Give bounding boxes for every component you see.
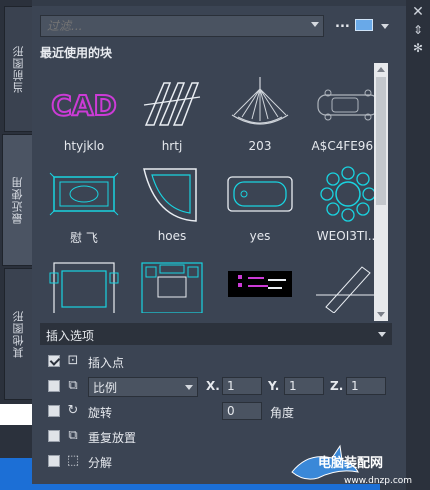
scroll-up-icon[interactable] bbox=[377, 67, 385, 72]
watermark-url: www.dnzp.com bbox=[344, 476, 413, 486]
z-label: Z. bbox=[330, 379, 344, 393]
living-room-thumbnail bbox=[141, 262, 203, 313]
scale-y-input[interactable] bbox=[284, 377, 324, 395]
section-title: 最近使用的块 bbox=[40, 46, 113, 60]
stripes-logo-thumbnail bbox=[143, 82, 201, 126]
pin-icon[interactable]: ⇕ bbox=[410, 22, 426, 38]
palette-title-bar: ✕ ⇕ ✻ bbox=[406, 0, 430, 490]
repeat-checkbox[interactable] bbox=[48, 430, 60, 442]
rotation-row: ↻ 旋转 角度 bbox=[40, 401, 400, 423]
repeat-label: 重复放置 bbox=[88, 431, 137, 445]
tab-other-drawings[interactable]: 其他图形 bbox=[4, 268, 33, 400]
block-tile[interactable] bbox=[42, 249, 126, 321]
grid-scrollbar[interactable] bbox=[374, 63, 388, 321]
block-label: 203 bbox=[248, 139, 272, 153]
tab-recent[interactable]: 最近使用 bbox=[2, 134, 34, 266]
block-tile[interactable]: CAD htyjklo bbox=[42, 69, 126, 157]
block-tile[interactable]: 慰 飞 bbox=[42, 159, 126, 247]
angle-input[interactable] bbox=[222, 402, 262, 420]
scale-select-value: 比例 bbox=[93, 381, 118, 395]
block-label: htyjklo bbox=[63, 139, 105, 153]
bathtub-thumbnail bbox=[227, 176, 293, 212]
view-options-chevron-icon[interactable] bbox=[381, 24, 389, 29]
angle-label: 角度 bbox=[270, 406, 295, 420]
block-label: hrtj bbox=[161, 139, 183, 153]
scale-select[interactable]: 比例 bbox=[88, 377, 198, 397]
insert-options-header[interactable]: 插入选项 bbox=[40, 323, 392, 345]
scale-icon: ⧉ bbox=[68, 378, 78, 393]
settings-icon[interactable]: ✻ bbox=[410, 40, 426, 56]
block-label: hoes bbox=[157, 229, 187, 243]
tab-current-drawing[interactable]: 当前图形 bbox=[4, 6, 33, 132]
scroll-thumb[interactable] bbox=[376, 77, 386, 205]
block-thumbnail-grid: CAD htyjklo hrtj 203 A$C4FE96... 慰 飞 hoe… bbox=[40, 63, 396, 321]
explode-label: 分解 bbox=[88, 456, 113, 470]
bed-thumbnail bbox=[49, 262, 119, 313]
chevron-down-icon[interactable] bbox=[185, 385, 193, 390]
filter-input[interactable] bbox=[41, 16, 307, 36]
background-strip-dark bbox=[0, 425, 32, 458]
block-label: yes bbox=[249, 229, 271, 243]
browse-button[interactable]: ... bbox=[335, 16, 350, 31]
scale-z-input[interactable] bbox=[346, 377, 386, 395]
insertion-point-row: ⊡ 插入点 bbox=[40, 351, 400, 373]
svg-text:CAD: CAD bbox=[51, 89, 116, 122]
rotation-label: 旋转 bbox=[88, 406, 113, 420]
block-tile[interactable] bbox=[218, 249, 302, 321]
rotate-icon: ↻ bbox=[67, 403, 79, 418]
scale-x-input[interactable] bbox=[222, 377, 262, 395]
x-label: X. bbox=[206, 379, 220, 393]
chandelier-thumbnail bbox=[231, 77, 289, 125]
cad-logo-thumbnail: CAD bbox=[50, 88, 117, 123]
block-panel: ... 最近使用的块 CAD htyjklo hrtj bbox=[32, 6, 406, 484]
insert-options-title: 插入选项 bbox=[46, 329, 95, 343]
legend-thumbnail bbox=[228, 271, 292, 297]
insertion-point-icon: ⊡ bbox=[67, 353, 79, 368]
scroll-down-icon[interactable] bbox=[377, 312, 385, 317]
chevron-down-icon[interactable] bbox=[311, 22, 319, 27]
insertion-point-label: 插入点 bbox=[88, 356, 125, 370]
block-tile[interactable] bbox=[130, 249, 214, 321]
thumbnail-view-icon[interactable] bbox=[355, 19, 373, 31]
explode-checkbox[interactable] bbox=[48, 455, 60, 467]
close-icon[interactable]: ✕ bbox=[410, 4, 426, 20]
rug-thumbnail bbox=[49, 172, 119, 216]
watermark-text: 电脑装配网 bbox=[318, 456, 384, 471]
tab-other-drawings-label: 其他图形 bbox=[11, 310, 25, 358]
block-tile[interactable]: 203 bbox=[218, 69, 302, 157]
tab-current-drawing-label: 当前图形 bbox=[11, 45, 25, 93]
insertion-point-checkbox[interactable] bbox=[48, 355, 60, 367]
explode-icon: ⬚ bbox=[66, 453, 80, 468]
block-tile[interactable]: yes bbox=[218, 159, 302, 247]
scale-checkbox[interactable] bbox=[48, 380, 60, 392]
y-label: Y. bbox=[268, 379, 280, 393]
corner-bathtub-thumbnail bbox=[143, 168, 197, 222]
rotation-checkbox[interactable] bbox=[48, 405, 60, 417]
block-label: 慰 飞 bbox=[70, 231, 98, 245]
block-tile[interactable]: hoes bbox=[130, 159, 214, 247]
block-tile[interactable]: hrtj bbox=[130, 69, 214, 157]
scale-row: ⧉ 比例 X. Y. Z. bbox=[40, 376, 400, 398]
filter-combo[interactable] bbox=[40, 15, 324, 37]
collapse-chevron-icon[interactable] bbox=[378, 332, 386, 337]
background-strip bbox=[0, 404, 32, 425]
tab-recent-label: 最近使用 bbox=[11, 176, 24, 224]
repeat-placement-icon: ⧉ bbox=[68, 428, 78, 443]
